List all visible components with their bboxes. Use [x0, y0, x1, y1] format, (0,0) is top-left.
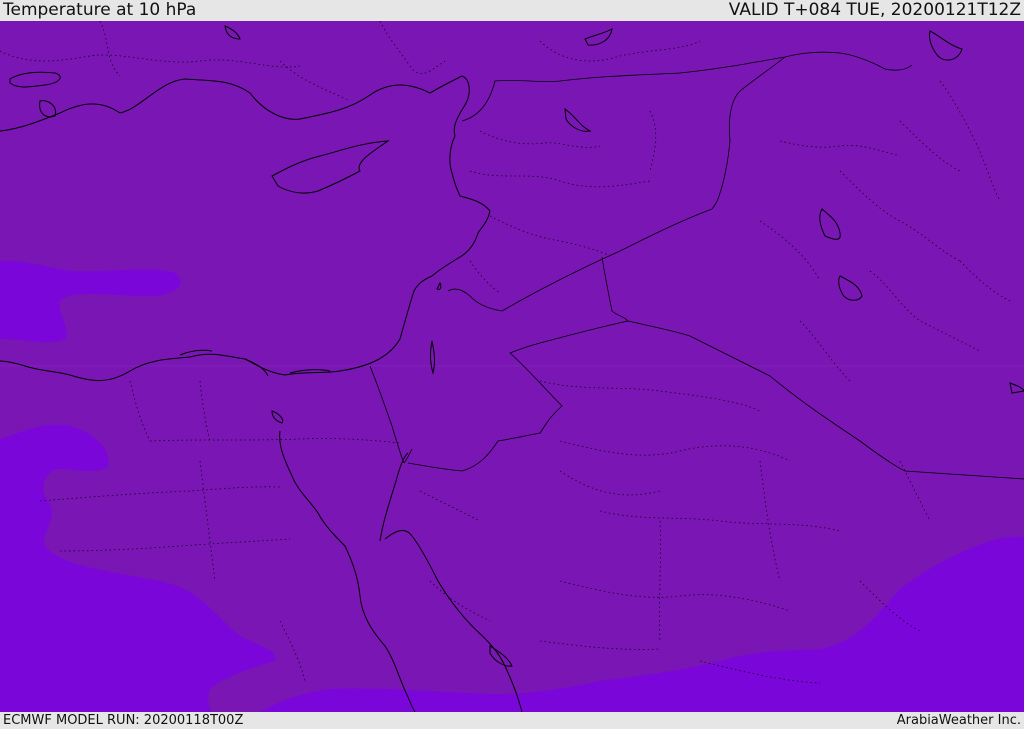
map-frame: Temperature at 10 hPa VALID T+084 TUE, 2… — [0, 0, 1024, 729]
map-svg — [0, 21, 1024, 712]
map-title: Temperature at 10 hPa — [3, 0, 197, 20]
credit-label: ArabiaWeather Inc. — [896, 713, 1021, 728]
model-run-label: ECMWF MODEL RUN: 20200118T00Z — [3, 713, 244, 728]
valid-time-label: VALID T+084 TUE, 20200121T12Z — [728, 0, 1021, 20]
header-bar: Temperature at 10 hPa VALID T+084 TUE, 2… — [0, 0, 1024, 21]
weather-map — [0, 21, 1024, 712]
footer-bar: ECMWF MODEL RUN: 20200118T00Z ArabiaWeat… — [0, 712, 1024, 729]
